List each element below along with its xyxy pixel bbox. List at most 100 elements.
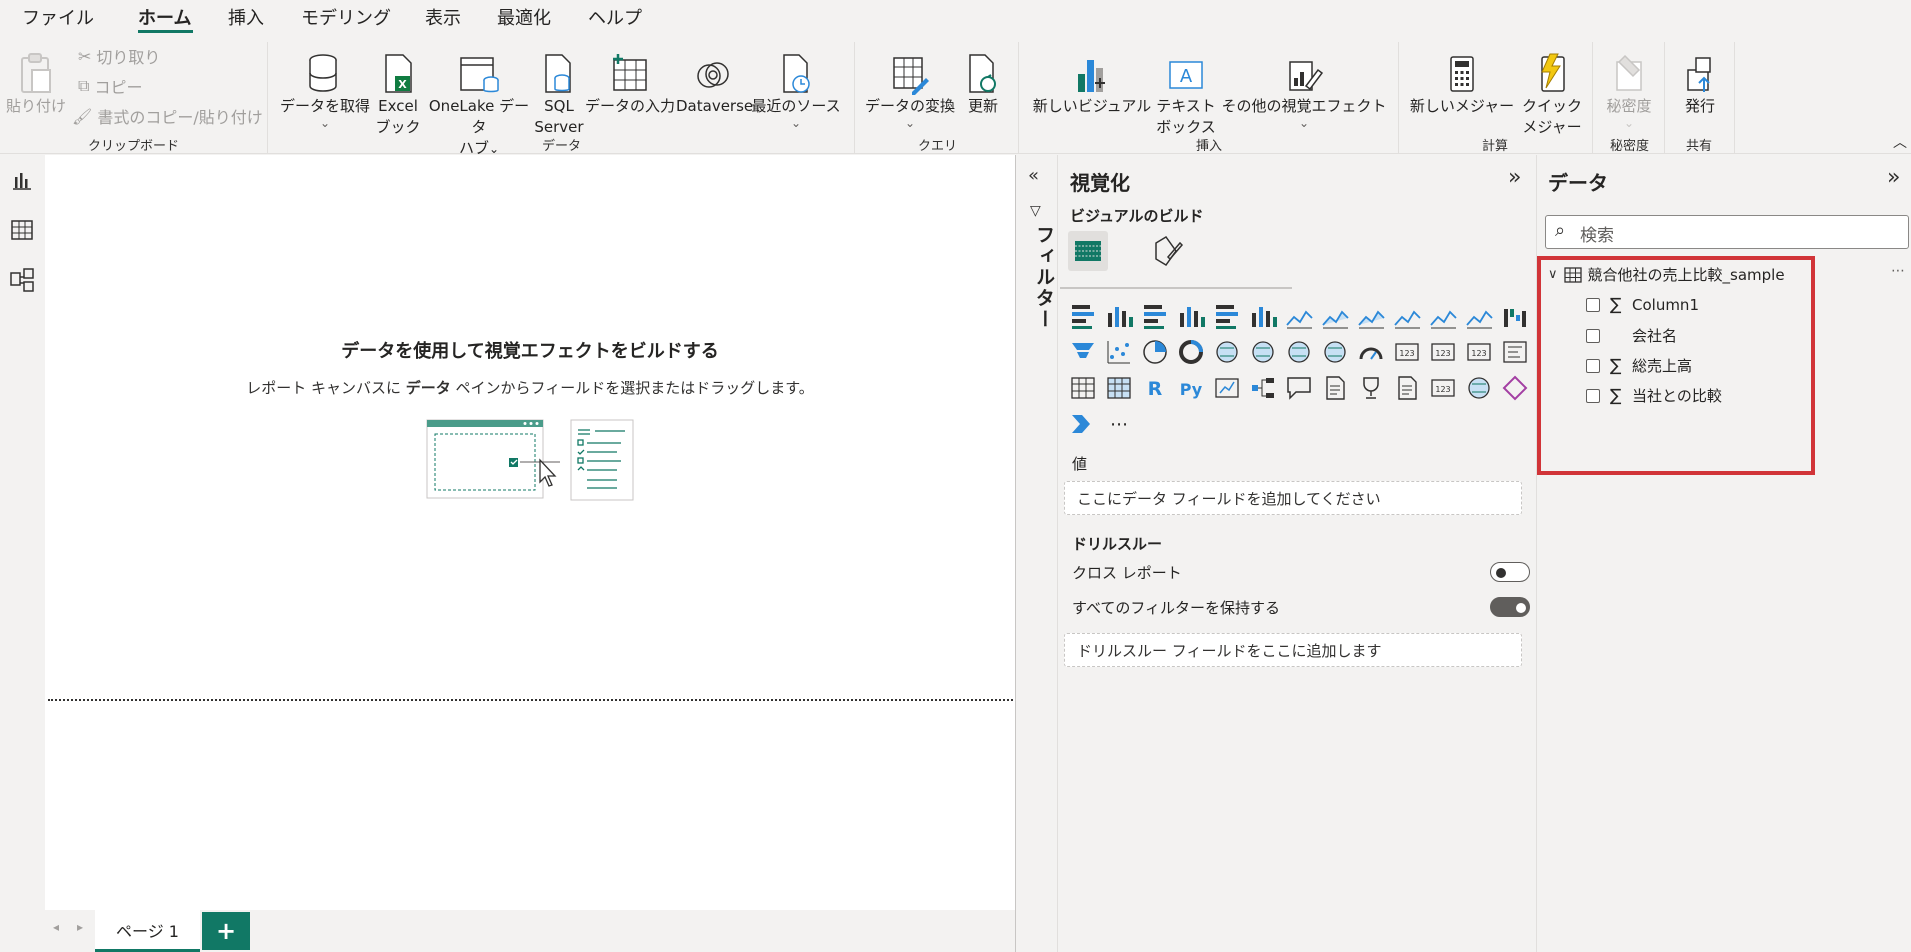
field-checkbox[interactable] [1586, 298, 1600, 312]
field-checkbox[interactable] [1586, 328, 1600, 343]
page-tab-1[interactable]: ページ 1 [95, 910, 200, 952]
field-row[interactable]: 会社名 [1586, 325, 1677, 346]
table-icon[interactable] [1068, 373, 1098, 403]
key-influencers-icon[interactable] [1212, 373, 1242, 403]
chevron-down-icon[interactable]: ∨ [1548, 267, 1558, 282]
quick-measure-button[interactable]: クイック メジャー [1518, 46, 1586, 138]
transform-data-button[interactable]: データの変換 ⌄ [862, 46, 958, 129]
paste-button[interactable]: 貼り付け [4, 46, 68, 117]
expand-filters-icon[interactable]: « [1028, 165, 1039, 186]
format-visual-tab[interactable] [1150, 233, 1186, 273]
dataverse-button[interactable]: Dataverse [676, 46, 753, 117]
waterfall-chart-icon[interactable] [1500, 301, 1530, 331]
stacked-bar-chart-icon[interactable] [1068, 301, 1098, 331]
line-and-stacked-column-chart-icon[interactable] [1392, 301, 1422, 331]
cut-button[interactable]: ✂ 切り取り [78, 44, 160, 68]
gauge-icon[interactable] [1356, 337, 1386, 367]
tab-optimize[interactable]: 最適化 [497, 4, 551, 30]
decomposition-tree-icon[interactable] [1248, 373, 1278, 403]
r-visual-icon[interactable]: R [1140, 373, 1170, 403]
matrix-icon[interactable] [1104, 373, 1134, 403]
sensitivity-button[interactable]: 秘密度 ⌄ [1600, 46, 1658, 129]
arcgis-map-icon[interactable] [1464, 373, 1494, 403]
ribbon-chart-icon[interactable] [1464, 301, 1494, 331]
smart-narrative-icon[interactable] [1320, 373, 1350, 403]
collapse-data-pane-icon[interactable]: » [1887, 165, 1900, 190]
recent-sources-button[interactable]: 最近のソース ⌄ [750, 46, 842, 129]
publish-button[interactable]: 発行 [1672, 46, 1728, 117]
table-view-icon[interactable] [9, 217, 35, 243]
python-visual-icon[interactable]: Py [1176, 373, 1206, 403]
collapse-viz-pane-icon[interactable]: » [1508, 165, 1521, 190]
new-measure-button[interactable]: 新しいメジャー [1406, 46, 1518, 117]
pie-chart-icon[interactable] [1140, 337, 1170, 367]
excel-workbook-button[interactable]: X Excel ブック [372, 46, 424, 138]
clustered-bar-chart-icon[interactable] [1140, 301, 1170, 331]
tab-help[interactable]: ヘルプ [588, 4, 642, 30]
filled-map-icon[interactable] [1284, 337, 1314, 367]
prev-page-icon[interactable]: ◂ [53, 920, 59, 934]
report-view-icon[interactable] [9, 167, 35, 193]
line-chart-icon[interactable] [1284, 301, 1314, 331]
azure-map-icon[interactable] [1320, 337, 1350, 367]
donut-chart-icon[interactable] [1176, 337, 1206, 367]
svg-text:X: X [398, 78, 407, 91]
more-options-icon[interactable]: ⋯ [1891, 263, 1905, 279]
values-drop-zone[interactable]: ここにデータ フィールドを追加してください [1064, 481, 1522, 515]
metrics-icon[interactable] [1356, 373, 1386, 403]
model-view-icon[interactable] [9, 267, 35, 293]
data-search-input[interactable]: 検索 [1545, 215, 1909, 249]
kpi-icon[interactable]: 123 [1464, 337, 1494, 367]
paginated-report-icon[interactable] [1392, 373, 1422, 403]
add-page-button[interactable]: + [202, 912, 250, 950]
multi-row-card-icon[interactable]: 123 [1428, 337, 1458, 367]
report-canvas[interactable]: データを使用して視覚エフェクトをビルドする レポート キャンバスに データ ペイ… [45, 155, 1015, 910]
field-checkbox[interactable] [1586, 388, 1600, 403]
drillthrough-drop-zone[interactable]: ドリルスルー フィールドをここに追加します [1064, 633, 1522, 667]
card-icon[interactable]: 123 [1392, 337, 1422, 367]
build-visual-tab[interactable] [1068, 231, 1108, 271]
stacked-column-chart-icon[interactable] [1104, 301, 1134, 331]
more-visuals-button[interactable]: その他の視覚エフェクト ⌄ [1216, 46, 1392, 129]
field-row[interactable]: ∑ 当社との比較 [1586, 385, 1722, 406]
slicer-icon[interactable] [1500, 337, 1530, 367]
new-card-icon[interactable]: 123 [1428, 373, 1458, 403]
keep-filters-toggle[interactable] [1490, 597, 1530, 617]
area-chart-icon[interactable] [1320, 301, 1350, 331]
field-row[interactable]: ∑ Column1 [1586, 295, 1699, 315]
map-icon[interactable] [1248, 337, 1278, 367]
stacked-area-chart-icon[interactable] [1356, 301, 1386, 331]
collapse-ribbon-icon[interactable]: ︿ [1893, 132, 1907, 152]
100-stacked-bar-chart-icon[interactable] [1212, 301, 1242, 331]
get-data-button[interactable]: データを取得 ⌄ [278, 46, 372, 129]
power-automate-icon[interactable] [1068, 409, 1098, 439]
field-checkbox[interactable] [1586, 358, 1600, 373]
refresh-button[interactable]: 更新 [958, 46, 1008, 117]
table-node[interactable]: ∨ 競合他社の売上比較_sample [1548, 264, 1785, 285]
sql-server-button[interactable]: SQL Server [534, 46, 584, 138]
tab-view[interactable]: 表示 [425, 4, 461, 30]
new-visual-button[interactable]: 新しいビジュアル [1028, 46, 1156, 117]
funnel-chart-icon[interactable] [1068, 337, 1098, 367]
tab-home[interactable]: ホーム [138, 4, 191, 30]
qa-icon[interactable] [1284, 373, 1314, 403]
more-visuals-icon[interactable]: ⋯ [1104, 409, 1134, 439]
filters-pane-collapsed[interactable]: « ▽ フィルター [1015, 155, 1057, 952]
field-row[interactable]: ∑ 総売上高 [1586, 355, 1692, 376]
line-and-clustered-column-chart-icon[interactable] [1428, 301, 1458, 331]
tab-insert[interactable]: 挿入 [228, 4, 264, 30]
cross-report-toggle[interactable] [1490, 562, 1530, 582]
copy-button[interactable]: ⧉ コピー [78, 74, 142, 98]
clustered-column-chart-icon[interactable] [1176, 301, 1206, 331]
format-painter-button[interactable]: 🖌 書式のコピー/貼り付け [72, 104, 263, 128]
enter-data-button[interactable]: データの入力 [584, 46, 676, 117]
tab-file[interactable]: ファイル [22, 4, 94, 30]
next-page-icon[interactable]: ▸ [77, 920, 83, 934]
tab-modeling[interactable]: モデリング [301, 4, 391, 30]
scatter-chart-icon[interactable] [1104, 337, 1134, 367]
treemap-icon[interactable] [1212, 337, 1242, 367]
text-box-button[interactable]: A テキスト ボックス [1156, 46, 1216, 138]
100-stacked-column-chart-icon[interactable] [1248, 301, 1278, 331]
power-apps-icon[interactable] [1500, 373, 1530, 403]
onelake-hub-button[interactable]: OneLake データ ハブ⌄ [424, 46, 534, 160]
